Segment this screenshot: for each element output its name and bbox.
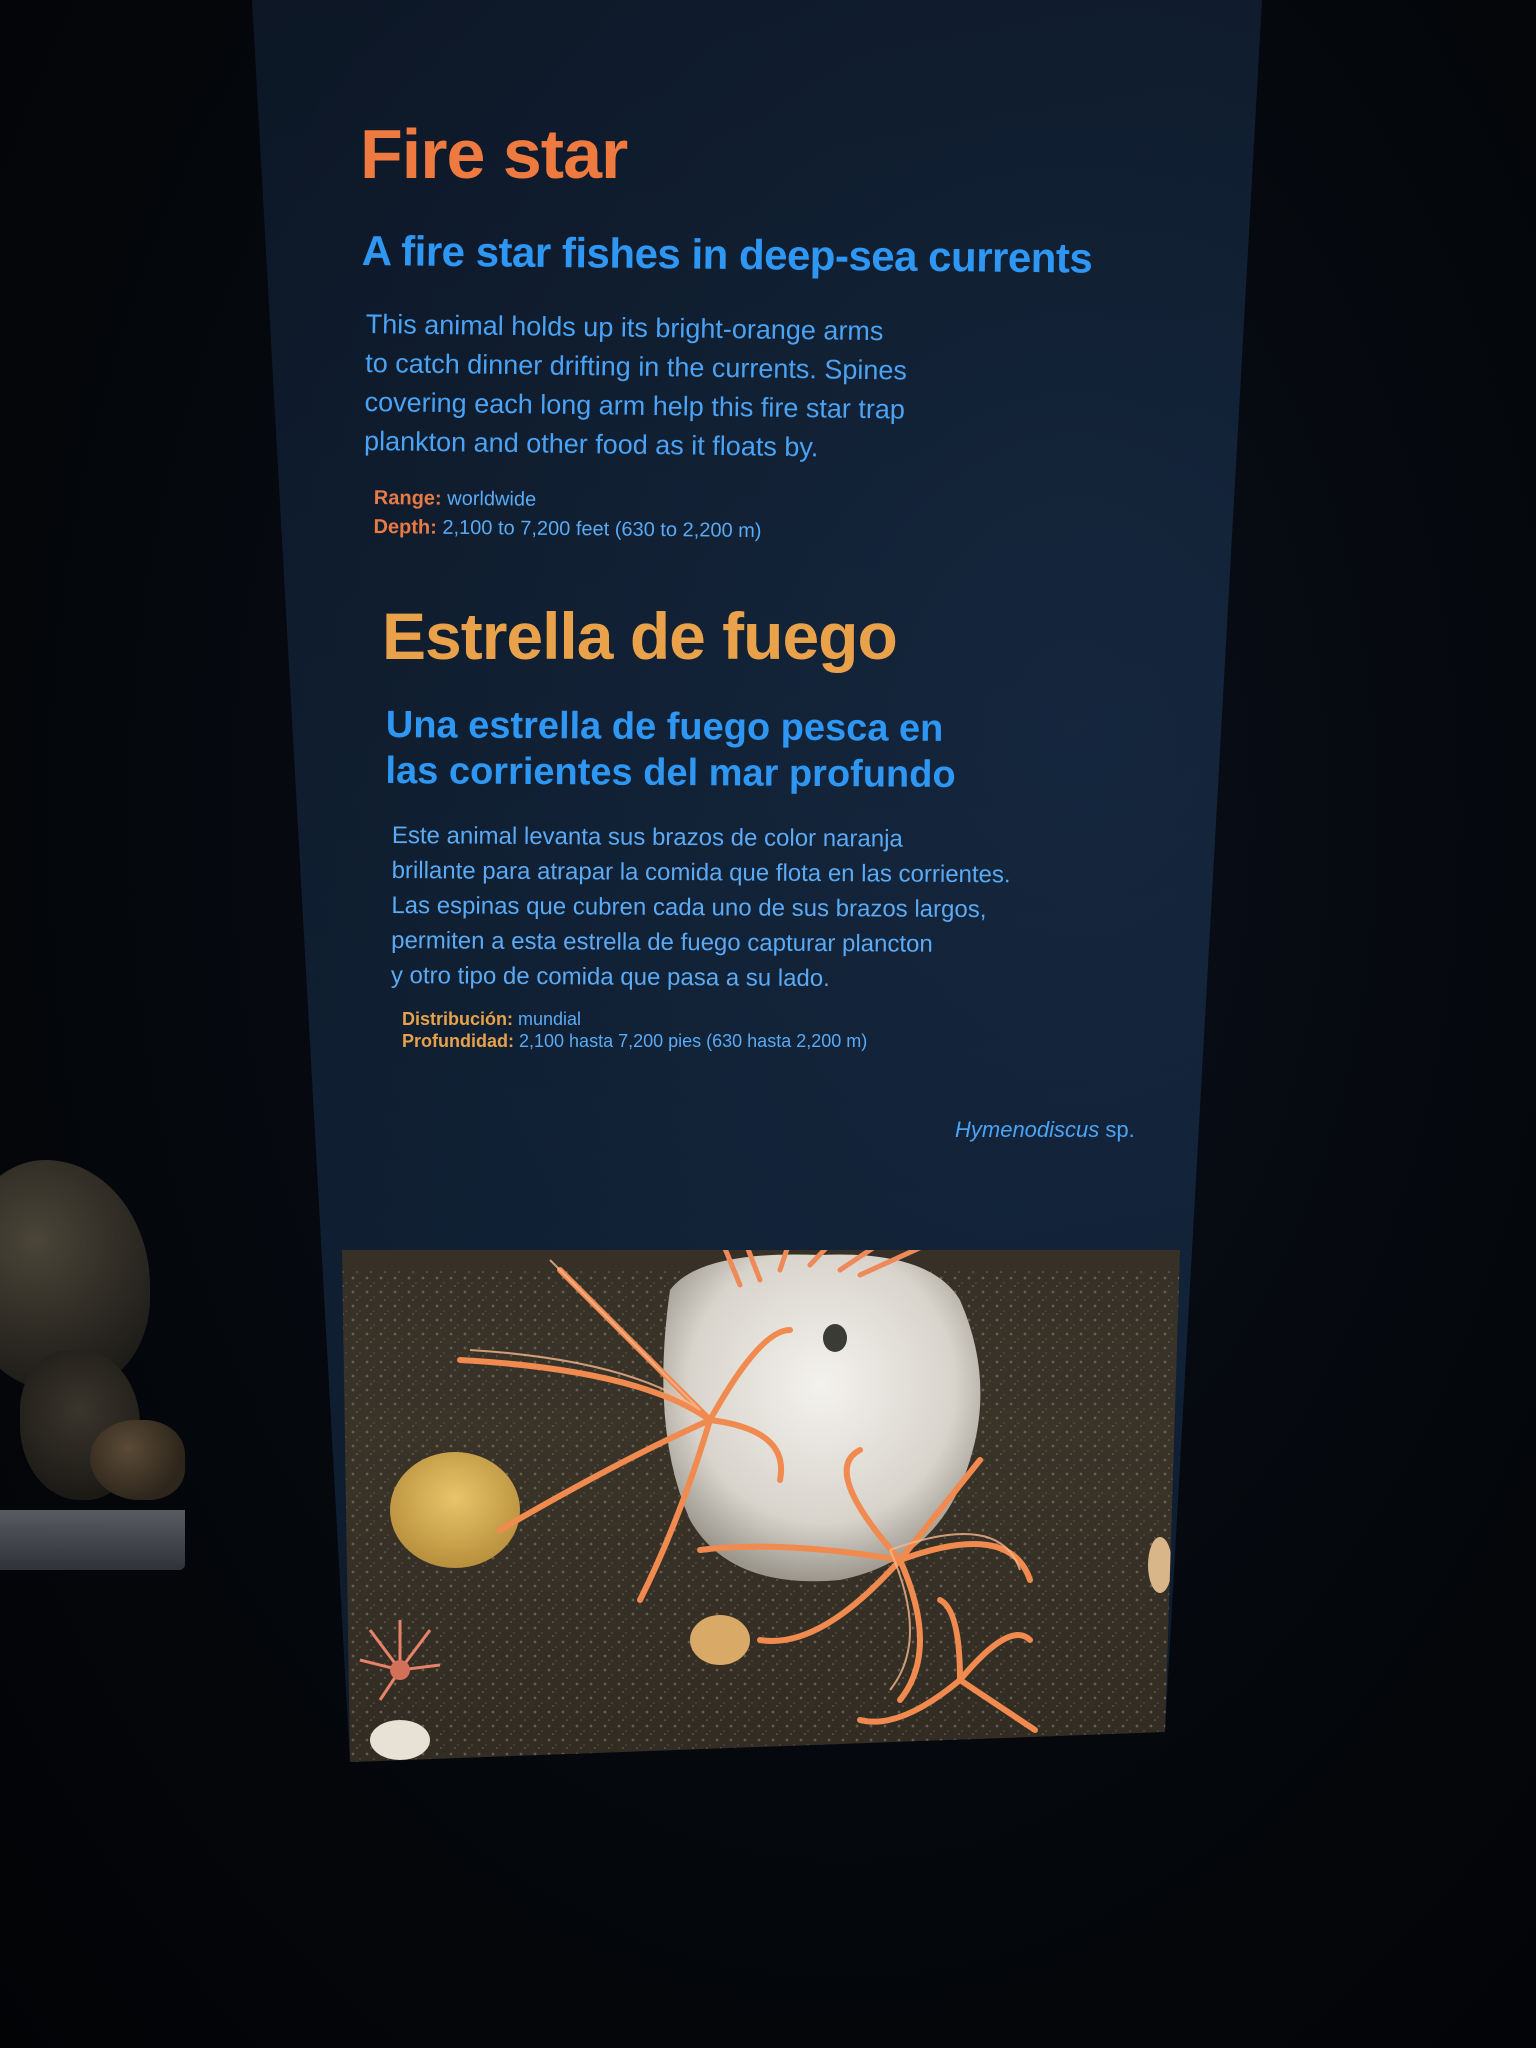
body-line: brillante para atrapar la comida que flo… (391, 856, 1011, 889)
body-english: This animal holds up its bright-orange a… (364, 305, 986, 470)
yellow-sponge (390, 1452, 520, 1568)
body-spanish: Este animal levanta sus brazos de color … (391, 818, 1172, 998)
genus-name: Hymenodiscus (955, 1117, 1100, 1142)
species-suffix: sp. (1105, 1117, 1135, 1142)
body-line: to catch dinner drifting in the currents… (364, 347, 908, 386)
rock (90, 1420, 185, 1500)
subtitle-english: A fire star fishes in deep-sea currents (361, 227, 1093, 282)
body-line: Las espinas que cubren cada uno de sus b… (391, 891, 987, 924)
subtitle-spanish: Una estrella de fuego pesca en las corri… (385, 702, 1086, 799)
body-line: permiten a esta estrella de fuego captur… (391, 926, 933, 958)
body-line: covering each long arm help this fire st… (364, 386, 906, 425)
range-label: Range: (373, 486, 442, 510)
title-english: Fire star (360, 115, 628, 193)
facts-spanish: Distribución: mundial Profundidad: 2,100… (402, 1008, 867, 1052)
small-sponge (1148, 1537, 1172, 1593)
background-exhibit-rocks (0, 1120, 200, 1580)
subtitle-line: Una estrella de fuego pesca en (385, 703, 944, 750)
depth-label: Depth: (373, 515, 437, 539)
body-line: This animal holds up its bright-orange a… (365, 308, 884, 347)
range-value: mundial (518, 1009, 582, 1029)
title-spanish: Estrella de fuego (382, 599, 898, 673)
scientific-name: Hymenodiscus sp. (955, 1117, 1135, 1143)
depth-value: 2,100 hasta 7,200 pies (630 hasta 2,200 … (519, 1031, 868, 1051)
depth-value: 2,100 to 7,200 feet (630 to 2,200 m) (442, 516, 762, 543)
body-line: plankton and other food as it floats by. (363, 425, 819, 463)
subtitle-line: las corrientes del mar profundo (385, 749, 956, 796)
anemone-center (390, 1660, 410, 1680)
range-value: worldwide (447, 487, 537, 511)
facts-english: Range: worldwide Depth: 2,100 to 7,200 f… (373, 484, 762, 546)
sponge-hole (823, 1324, 847, 1352)
range-label: Distribución: (402, 1009, 513, 1029)
depth-label: Profundidad: (402, 1031, 514, 1051)
body-line: Este animal levanta sus brazos de color … (391, 821, 903, 853)
sand (0, 1510, 185, 1570)
small-sponge (370, 1720, 430, 1760)
body-line: y otro tipo de comida que pasa a su lado… (390, 961, 830, 993)
small-sponge (690, 1615, 750, 1665)
